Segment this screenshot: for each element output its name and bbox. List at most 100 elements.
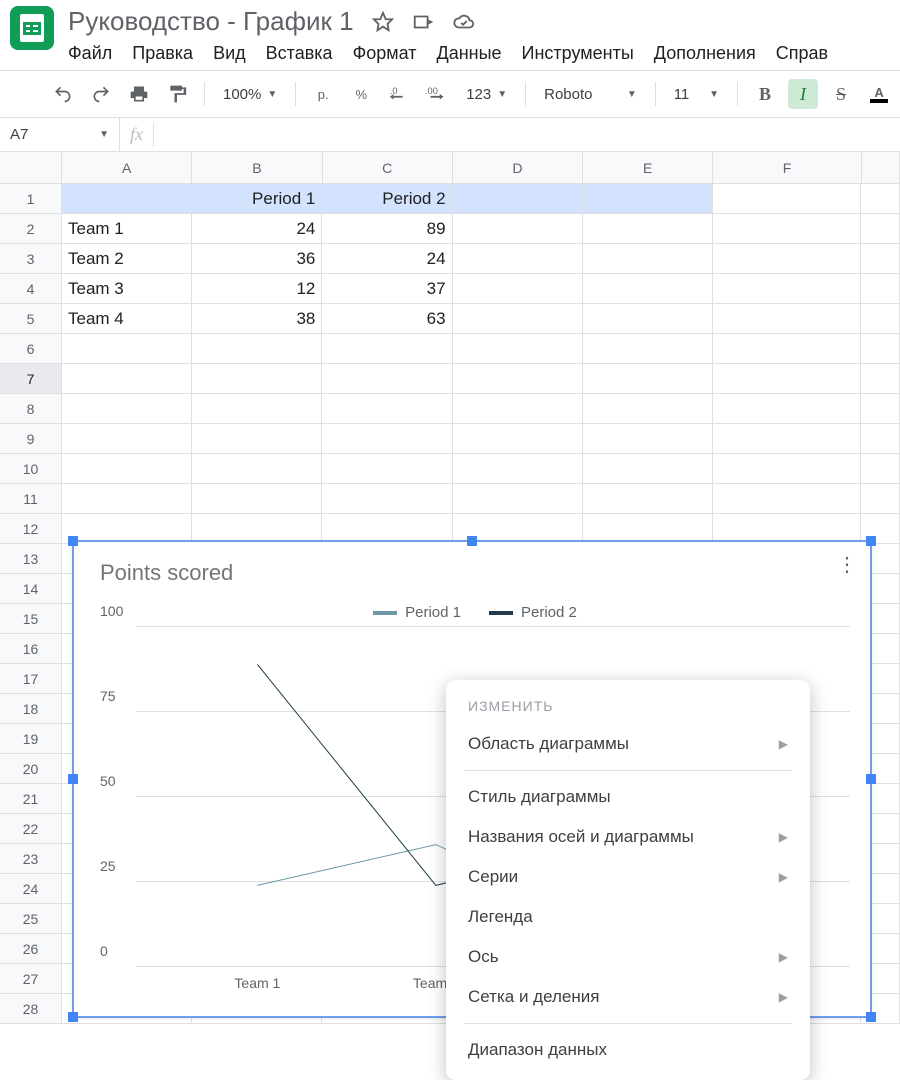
cell[interactable]: [713, 304, 861, 334]
menu-tools[interactable]: Инструменты: [522, 43, 634, 64]
cell[interactable]: [453, 304, 583, 334]
column-header[interactable]: [862, 152, 900, 184]
legend-item[interactable]: Period 1: [373, 604, 461, 621]
row-header[interactable]: 3: [0, 244, 62, 274]
row-header[interactable]: 13: [0, 544, 62, 574]
column-header[interactable]: F: [713, 152, 861, 184]
cell[interactable]: 89: [322, 214, 452, 244]
cell[interactable]: [583, 244, 713, 274]
row-header[interactable]: 15: [0, 604, 62, 634]
format-currency-button[interactable]: р.: [308, 79, 338, 109]
bold-button[interactable]: B: [750, 79, 780, 109]
column-header[interactable]: A: [62, 152, 192, 184]
menu-item-axis-titles[interactable]: Названия осей и диаграммы ▶: [446, 817, 810, 857]
cell[interactable]: 38: [192, 304, 322, 334]
column-header[interactable]: C: [323, 152, 453, 184]
cell[interactable]: [861, 454, 900, 484]
cell[interactable]: 24: [322, 244, 452, 274]
formula-input[interactable]: [154, 118, 900, 151]
row-header[interactable]: 17: [0, 664, 62, 694]
chart-title[interactable]: Points scored: [100, 560, 850, 586]
cell[interactable]: 37: [322, 274, 452, 304]
cell[interactable]: [861, 244, 900, 274]
row-header[interactable]: 14: [0, 574, 62, 604]
font-size-select[interactable]: 11 ▼: [668, 86, 725, 103]
cell[interactable]: Team 2: [62, 244, 192, 274]
redo-button[interactable]: [86, 79, 116, 109]
name-box[interactable]: A7 ▼: [0, 118, 120, 151]
cell[interactable]: [453, 454, 583, 484]
select-all-corner[interactable]: [0, 152, 62, 184]
cell[interactable]: [861, 304, 900, 334]
menu-item-chart-style[interactable]: Стиль диаграммы: [446, 777, 810, 817]
row-header[interactable]: 4: [0, 274, 62, 304]
sheets-logo[interactable]: [10, 6, 54, 50]
cell[interactable]: [861, 424, 900, 454]
row-header[interactable]: 10: [0, 454, 62, 484]
cell[interactable]: [62, 454, 192, 484]
menu-help[interactable]: Справ: [776, 43, 828, 64]
decrease-decimal-button[interactable]: .0: [384, 79, 414, 109]
menu-item-gridlines[interactable]: Сетка и деления ▶: [446, 977, 810, 1017]
cell[interactable]: [192, 394, 322, 424]
cell[interactable]: [453, 364, 583, 394]
print-button[interactable]: [124, 79, 154, 109]
row-header[interactable]: 16: [0, 634, 62, 664]
legend-item[interactable]: Period 2: [489, 604, 577, 621]
chart-menu-button[interactable]: ⋮: [837, 552, 856, 577]
cell[interactable]: Team 1: [62, 214, 192, 244]
cell[interactable]: [62, 484, 192, 514]
cell[interactable]: [192, 334, 322, 364]
text-color-button[interactable]: A: [864, 79, 894, 109]
cell[interactable]: [453, 394, 583, 424]
menu-edit[interactable]: Правка: [132, 43, 193, 64]
cell[interactable]: [62, 364, 192, 394]
cell[interactable]: [583, 304, 713, 334]
cell[interactable]: [453, 424, 583, 454]
cell[interactable]: [713, 364, 861, 394]
row-header[interactable]: 22: [0, 814, 62, 844]
cell[interactable]: [453, 184, 583, 214]
cell[interactable]: [713, 334, 861, 364]
cell[interactable]: [861, 214, 900, 244]
row-header[interactable]: 1: [0, 184, 62, 214]
row-header[interactable]: 20: [0, 754, 62, 784]
cloud-saved-icon[interactable]: [452, 11, 476, 33]
cell[interactable]: [62, 424, 192, 454]
cell[interactable]: [322, 394, 452, 424]
more-formats-button[interactable]: 123 ▼: [460, 86, 513, 103]
cell[interactable]: [62, 394, 192, 424]
cell[interactable]: 36: [192, 244, 322, 274]
row-header[interactable]: 27: [0, 964, 62, 994]
row-header[interactable]: 18: [0, 694, 62, 724]
cell[interactable]: [192, 454, 322, 484]
menu-file[interactable]: Файл: [68, 43, 112, 64]
row-header[interactable]: 21: [0, 784, 62, 814]
cell[interactable]: [861, 184, 900, 214]
strikethrough-button[interactable]: S: [826, 79, 856, 109]
cell[interactable]: [192, 424, 322, 454]
cell[interactable]: [583, 274, 713, 304]
menu-data[interactable]: Данные: [437, 43, 502, 64]
menu-item-chart-area[interactable]: Область диаграммы ▶: [446, 724, 810, 764]
italic-button[interactable]: I: [788, 79, 818, 109]
cell[interactable]: [861, 274, 900, 304]
cell[interactable]: [62, 334, 192, 364]
cell[interactable]: [322, 334, 452, 364]
cell[interactable]: Period 1: [192, 184, 322, 214]
cell[interactable]: [713, 394, 861, 424]
cell[interactable]: 63: [322, 304, 452, 334]
cell[interactable]: [583, 454, 713, 484]
row-header[interactable]: 5: [0, 304, 62, 334]
paint-format-button[interactable]: [162, 79, 192, 109]
column-header[interactable]: E: [583, 152, 713, 184]
column-header[interactable]: B: [192, 152, 322, 184]
menu-view[interactable]: Вид: [213, 43, 246, 64]
cell[interactable]: [583, 394, 713, 424]
cell[interactable]: [62, 184, 192, 214]
cell[interactable]: [583, 334, 713, 364]
cell[interactable]: [322, 484, 452, 514]
document-title[interactable]: Руководство - График 1: [68, 6, 354, 37]
cell[interactable]: [322, 424, 452, 454]
cell[interactable]: [861, 364, 900, 394]
